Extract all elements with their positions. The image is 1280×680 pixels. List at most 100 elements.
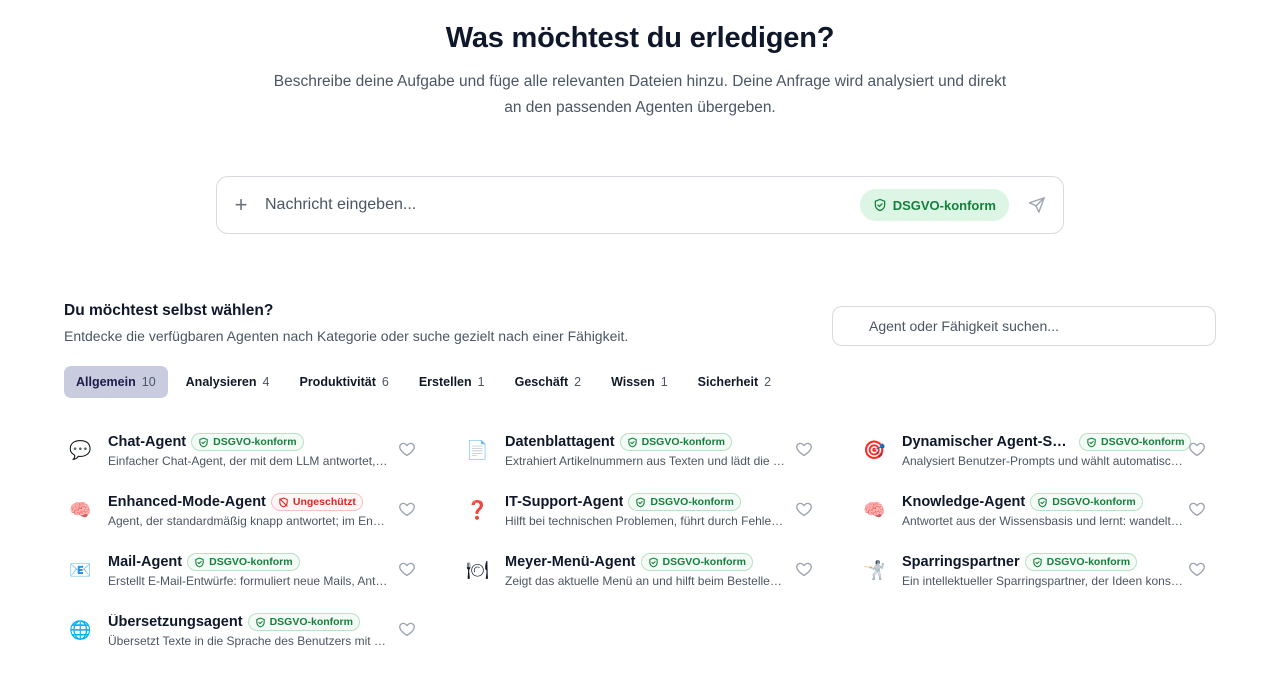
dsgvo-badge: DSGVO-konform	[859, 189, 1009, 221]
tab-analysieren[interactable]: Analysieren 4	[174, 366, 282, 398]
shield-check-icon	[627, 437, 638, 448]
shield-off-icon	[278, 497, 289, 508]
favorite-heart-icon[interactable]	[795, 560, 815, 580]
agent-description: Extrahiert Artikelnummern aus Texten und…	[505, 454, 787, 468]
tab-count: 2	[574, 375, 582, 389]
dsgvo-badge: DSGVO-konform	[187, 553, 300, 571]
dsgvo-badge: DSGVO-konform	[191, 433, 304, 451]
agent-search-input[interactable]	[869, 318, 1189, 334]
agent-description: Erstellt E-Mail-Entwürfe: formuliert neu…	[108, 574, 390, 588]
agent-card[interactable]: 📧 Mail-Agent DSGVO-konform Erstellt E-Mail-…	[64, 540, 461, 600]
target-icon: 🎯	[863, 439, 886, 460]
question-mark-icon: ❓	[466, 499, 489, 520]
agent-name: Knowledge-Agent	[902, 494, 1026, 510]
badge-label: DSGVO-konform	[209, 556, 293, 568]
shield-check-icon	[874, 198, 886, 212]
dsgvo-badge: DSGVO-konform	[628, 493, 741, 511]
badge-label: DSGVO-konform	[1046, 556, 1131, 568]
tab-count: 6	[381, 375, 389, 389]
agent-grid: 💬 Chat-Agent DSGVO-konform Einfacher Chat-A…	[64, 420, 1224, 660]
agent-description: Antwortet aus der Wissensbasis und lernt…	[902, 514, 1184, 528]
shield-check-icon	[1086, 437, 1097, 448]
favorite-heart-icon[interactable]	[1188, 440, 1208, 460]
badge-label: DSGVO-konform	[662, 556, 746, 568]
plate-cutlery-icon: 🍽	[466, 559, 489, 580]
agent-name: Chat-Agent	[108, 434, 187, 450]
favorite-heart-icon[interactable]	[1188, 500, 1208, 520]
category-tabs: Allgemein 10 Analysieren 4 Produktivität 6 Ers…	[64, 366, 789, 398]
shield-check-icon	[1037, 497, 1048, 508]
badge-label: DSGVO-konform	[1101, 436, 1185, 448]
badge-label: DSGVO-konform	[650, 496, 734, 508]
send-button[interactable]	[1019, 187, 1055, 223]
badge-label: DSGVO-konform	[269, 616, 353, 628]
agent-description: Ein intellektueller Sparringspartner, de…	[902, 574, 1184, 588]
agent-description: Hilft bei technischen Problemen, führt d…	[505, 514, 787, 528]
agent-card[interactable]: 🧠 Enhanced-Mode-Agent Ungeschützt Agent, de…	[64, 480, 461, 540]
attach-file-button[interactable]: +	[217, 192, 265, 218]
agent-description: Zeigt das aktuelle Menü an und hilft bei…	[505, 574, 787, 588]
favorite-heart-icon[interactable]	[398, 560, 418, 580]
dsgvo-badge: DSGVO-konform	[1079, 433, 1192, 451]
agent-name: Datenblattagent	[505, 434, 615, 450]
favorite-heart-icon[interactable]	[795, 440, 815, 460]
tab-wissen[interactable]: Wissen 1	[599, 366, 680, 398]
badge-label: Ungeschützt	[292, 496, 356, 508]
document-icon: 📄	[466, 439, 489, 460]
send-icon	[1028, 197, 1045, 213]
page-title: Was möchtest du erledigen?	[445, 22, 835, 54]
tab-sicherheit[interactable]: Sicherheit 2	[686, 366, 783, 398]
tab-allgemein[interactable]: Allgemein 10	[64, 366, 168, 398]
agent-name: Enhanced-Mode-Agent	[108, 494, 266, 510]
agent-card[interactable]: 🌐 Übersetzungsagent DSGVO-konform Übersetzt…	[64, 600, 461, 660]
brain-icon: 🧠	[69, 499, 92, 520]
dsgvo-badge: DSGVO-konform	[247, 613, 360, 631]
tab-count: 1	[477, 375, 485, 389]
agent-search	[832, 306, 1216, 346]
tab-erstellen[interactable]: Erstellen 1	[407, 366, 497, 398]
tab-produktivität[interactable]: Produktivität 6	[287, 366, 400, 398]
favorite-heart-icon[interactable]	[1188, 560, 1208, 580]
tab-geschäft[interactable]: Geschäft 2	[503, 366, 593, 398]
globe-icon: 🌐	[69, 619, 92, 640]
dsgvo-badge: DSGVO-konform	[1030, 493, 1143, 511]
agent-card[interactable]: 🤺 Sparringspartner DSGVO-konform Ein intell…	[858, 540, 1224, 600]
agent-card[interactable]: 🎯 Dynamischer Agent-Sele... DSGVO-konform A…	[858, 420, 1224, 480]
dsgvo-badge: DSGVO-konform	[619, 433, 732, 451]
agent-description: Einfacher Chat-Agent, der mit dem LLM an…	[108, 454, 390, 468]
favorite-heart-icon[interactable]	[398, 440, 418, 460]
favorite-heart-icon[interactable]	[398, 620, 418, 640]
agent-card[interactable]: 🧠 Knowledge-Agent DSGVO-konform Antwortet a…	[858, 480, 1224, 540]
badge-label: DSGVO-konform	[641, 436, 725, 448]
message-composer: + DSGVO-konform	[216, 176, 1064, 234]
tab-count: 1	[660, 375, 668, 389]
section-title: Du möchtest selbst wählen?	[64, 302, 274, 319]
shield-check-icon	[194, 557, 205, 568]
page-subtitle-line: an den passenden Agenten übergeben.	[504, 99, 776, 116]
tab-label: Allgemein	[76, 375, 136, 389]
agent-card[interactable]: 📄 Datenblattagent DSGVO-konform Extrahiert …	[461, 420, 858, 480]
agent-name: Mail-Agent	[108, 554, 183, 570]
shield-check-icon	[1032, 557, 1043, 568]
favorite-heart-icon[interactable]	[398, 500, 418, 520]
badge-label: DSGVO-konform	[213, 436, 297, 448]
message-input[interactable]	[265, 196, 860, 214]
agent-name: IT-Support-Agent	[505, 494, 624, 510]
shield-check-icon	[255, 617, 266, 628]
dsgvo-badge-label: DSGVO-konform	[892, 197, 996, 213]
badge-label: DSGVO-konform	[1052, 496, 1136, 508]
agent-card[interactable]: 💬 Chat-Agent DSGVO-konform Einfacher Chat-A…	[64, 420, 461, 480]
unprotected-badge: Ungeschützt	[270, 493, 363, 511]
page-subtitle: Beschreibe deine Aufgabe und füge alle r…	[250, 69, 1030, 121]
agent-card[interactable]: ❓ IT-Support-Agent DSGVO-konform Hilft bei …	[461, 480, 858, 540]
fencer-icon: 🤺	[863, 559, 886, 580]
section-subtitle: Entdecke die verfügbaren Agenten nach Ka…	[64, 328, 629, 344]
speech-bubble-icon: 💬	[69, 439, 92, 460]
favorite-heart-icon[interactable]	[795, 500, 815, 520]
dsgvo-badge: DSGVO-konform	[1024, 553, 1138, 571]
tab-label: Produktivität	[299, 375, 376, 389]
agent-card[interactable]: 🍽 Meyer-Menü-Agent DSGVO-konform Zeigt das …	[461, 540, 858, 600]
envelope-icon: 📧	[69, 559, 92, 580]
tab-count: 4	[262, 375, 270, 389]
agent-name: Dynamischer Agent-Sele...	[902, 434, 1074, 450]
